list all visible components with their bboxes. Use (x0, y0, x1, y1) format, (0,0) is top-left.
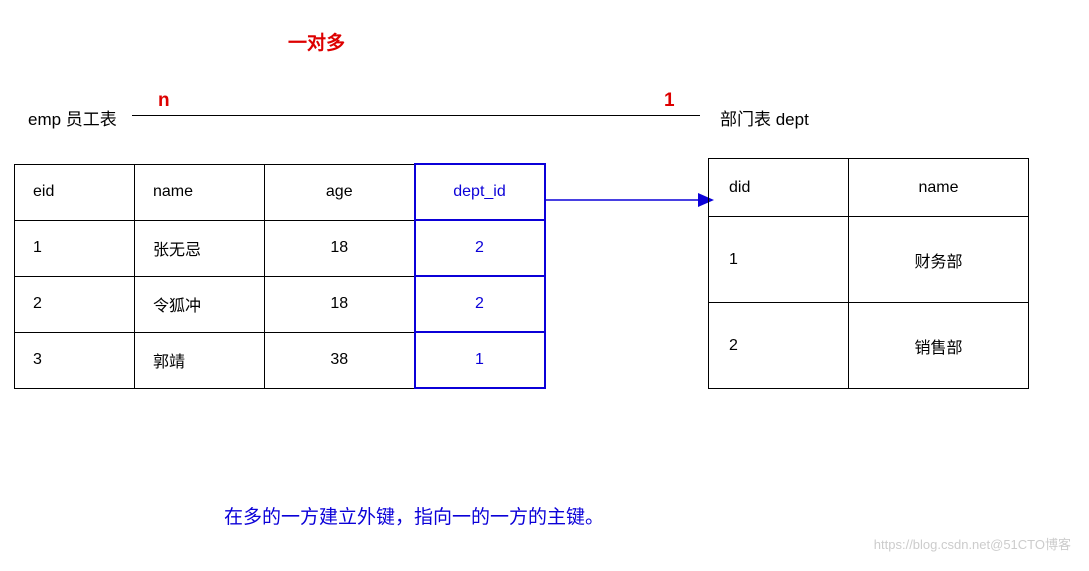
emp-cell-deptid: 2 (415, 220, 545, 276)
emp-cell-age: 18 (265, 220, 415, 276)
dept-cell-did: 2 (709, 303, 849, 389)
emp-cell-age: 38 (265, 332, 415, 388)
dept-col-did: did (709, 159, 849, 217)
watermark: https://blog.csdn.net@51CTO博客 (874, 534, 1071, 553)
emp-row: 1 张无忌 18 2 (15, 220, 545, 276)
fk-arrow-icon (546, 188, 714, 212)
emp-table: eid name age dept_id 1 张无忌 18 2 2 令狐冲 18… (14, 163, 546, 389)
dept-row: 1 财务部 (709, 217, 1029, 303)
emp-cell-eid: 2 (15, 276, 135, 332)
emp-header-row: eid name age dept_id (15, 164, 545, 220)
emp-cell-name: 郭靖 (135, 332, 265, 388)
emp-cell-deptid: 2 (415, 276, 545, 332)
emp-col-name: name (135, 164, 265, 220)
cardinality-n: n (158, 90, 170, 112)
emp-cell-age: 18 (265, 276, 415, 332)
emp-cell-deptid: 1 (415, 332, 545, 388)
relation-line (132, 115, 700, 116)
emp-cell-name: 令狐冲 (135, 276, 265, 332)
emp-row: 2 令狐冲 18 2 (15, 276, 545, 332)
cardinality-one: 1 (664, 90, 675, 112)
dept-table-label: 部门表 dept (720, 105, 809, 130)
dept-col-name: name (849, 159, 1029, 217)
emp-cell-eid: 3 (15, 332, 135, 388)
dept-cell-did: 1 (709, 217, 849, 303)
dept-row: 2 销售部 (709, 303, 1029, 389)
emp-col-deptid: dept_id (415, 164, 545, 220)
emp-table-label: emp 员工表 (28, 105, 117, 130)
dept-table: did name 1 财务部 2 销售部 (708, 158, 1029, 389)
emp-col-eid: eid (15, 164, 135, 220)
emp-cell-eid: 1 (15, 220, 135, 276)
emp-col-age: age (265, 164, 415, 220)
emp-cell-name: 张无忌 (135, 220, 265, 276)
dept-header-row: did name (709, 159, 1029, 217)
dept-cell-name: 销售部 (849, 303, 1029, 389)
dept-cell-name: 财务部 (849, 217, 1029, 303)
diagram-title: 一对多 (288, 28, 345, 55)
emp-row: 3 郭靖 38 1 (15, 332, 545, 388)
footer-note: 在多的一方建立外键，指向一的一方的主键。 (224, 502, 604, 529)
